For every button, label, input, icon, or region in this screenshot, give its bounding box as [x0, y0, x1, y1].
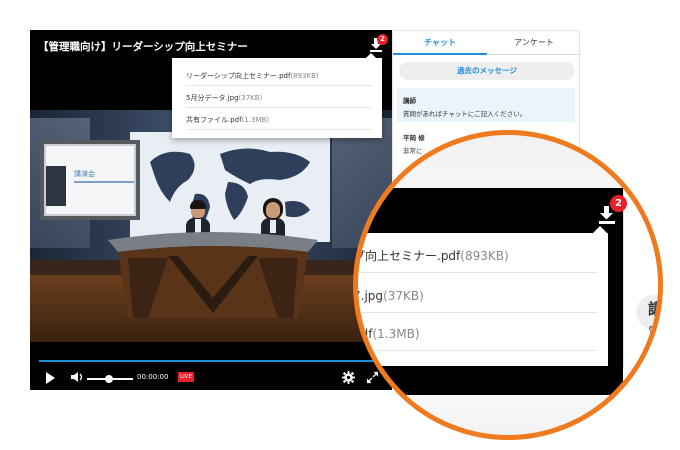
player-title: 【管理職向け】リーダーシップ向上セミナー: [38, 41, 248, 53]
time-display: 00:00:00: [137, 373, 169, 381]
download-item[interactable]: 共有ファイル.pdf(1.3MB): [186, 110, 372, 130]
live-badge: LIVE: [178, 372, 194, 382]
world-map-screen: [130, 132, 330, 242]
download-item[interactable]: 5月分データ.jpg(37KB): [186, 88, 372, 108]
download-item[interactable]: リーダーシップ向上セミナー.pdf(893KB): [186, 66, 372, 86]
zoom-chat-edge: [623, 188, 658, 435]
volume-icon[interactable]: [70, 370, 84, 384]
news-desk: [108, 232, 318, 318]
gear-icon[interactable]: [342, 371, 355, 384]
play-icon[interactable]: [46, 372, 55, 384]
video-frame: 講演会: [30, 110, 392, 342]
download-count-badge: 2: [377, 34, 388, 45]
message-author: 講師: [403, 97, 416, 105]
download-item[interactable]: pdf(1.3MB): [358, 318, 598, 351]
volume-knob[interactable]: [105, 375, 113, 383]
tab-chat[interactable]: チャット: [393, 31, 487, 55]
past-messages-button[interactable]: 過去のメッセージ: [399, 62, 575, 80]
message-text: 非常に: [403, 147, 423, 155]
zoom-callout: 講 質 2 プ向上セミナー.pdf(893KB) 7.jpg(37KB) pdf…: [353, 130, 663, 440]
control-bar: 00:00:00 LIVE: [30, 366, 392, 390]
message-author: 平岡 修: [403, 134, 425, 142]
zoom-download-dropdown: プ向上セミナー.pdf(893KB) 7.jpg(37KB) pdf(1.3MB…: [358, 226, 608, 366]
message-text: 質問があればチャットにご記入ください。: [403, 110, 527, 118]
download-dropdown: リーダーシップ向上セミナー.pdf(893KB) 5月分データ.jpg(37KB…: [172, 53, 382, 138]
slide-title: 講演会: [74, 170, 95, 178]
zoom-chat-char: 講: [648, 300, 663, 318]
progress-bar[interactable]: [39, 360, 383, 362]
tab-survey[interactable]: アンケート: [487, 31, 581, 55]
download-count-badge: 2: [610, 195, 627, 212]
chat-message: 講師 質問があればチャットにご記入ください。: [397, 88, 575, 122]
slide-monitor: 講演会: [40, 140, 140, 220]
download-item[interactable]: 7.jpg(37KB): [358, 280, 598, 313]
zoom-chat-char: 質: [648, 325, 661, 339]
download-item[interactable]: プ向上セミナー.pdf(893KB): [358, 240, 598, 273]
page: 【管理職向け】リーダーシップ向上セミナー 2 講演会 00:00:00 LIVE…: [0, 0, 680, 450]
